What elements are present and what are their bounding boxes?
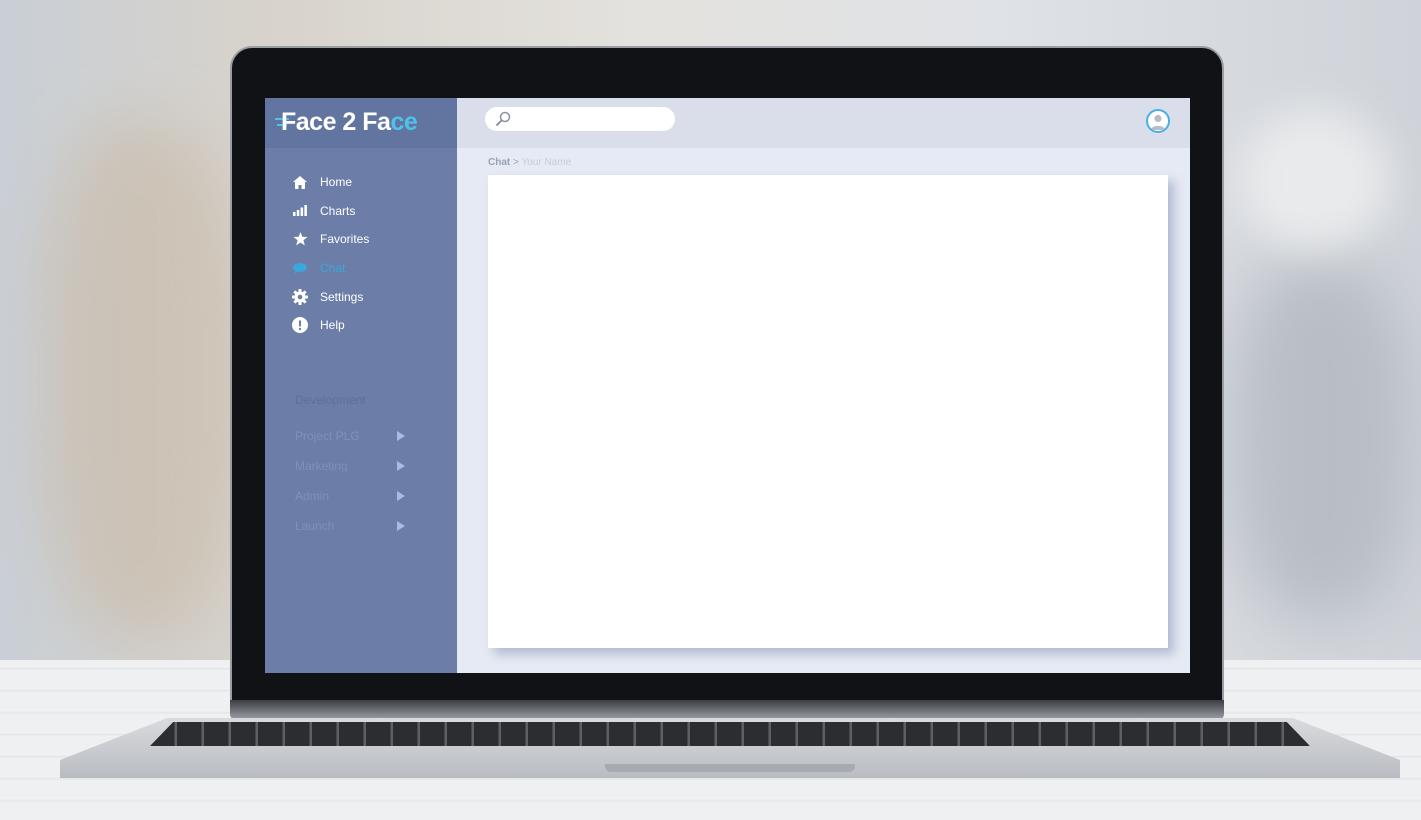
sidebar-item-label: Home — [320, 175, 353, 190]
project-label: Project PLG — [295, 429, 360, 443]
breadcrumb-root[interactable]: Chat — [488, 157, 510, 168]
background-blur — [40, 120, 240, 640]
sidebar-item-label: Help — [320, 318, 345, 333]
sidebar: Face 2 Face Home Charts Favorites Chat S… — [265, 98, 457, 673]
home-icon — [291, 173, 309, 191]
expand-arrow-icon[interactable] — [397, 431, 405, 441]
user-avatar-icon[interactable] — [1146, 109, 1170, 133]
background-blur — [1230, 260, 1410, 620]
logo-accent: ce — [390, 108, 418, 136]
sidebar-item-favorites[interactable]: Favorites — [291, 225, 369, 254]
star-icon — [291, 230, 309, 248]
sidebar-item-home[interactable]: Home — [291, 168, 369, 197]
expand-arrow-icon[interactable] — [397, 491, 405, 501]
sidebar-item-settings[interactable]: Settings — [291, 282, 369, 311]
exclamation-icon — [291, 316, 309, 334]
gear-icon — [291, 288, 309, 306]
project-list: Development Project PLG Marketing Admin … — [295, 391, 405, 541]
logo-bar: Face 2 Face — [265, 98, 457, 148]
top-bar — [457, 98, 1190, 148]
breadcrumb: Chat > Your Name — [488, 157, 571, 168]
laptop-keys — [150, 722, 1310, 746]
sidebar-item-help[interactable]: Help — [291, 311, 369, 340]
sidebar-item-label: Settings — [320, 289, 364, 304]
expand-arrow-icon[interactable] — [397, 461, 405, 471]
sidebar-item-label: Favorites — [320, 232, 370, 247]
chat-panel[interactable] — [488, 175, 1168, 648]
breadcrumb-separator: > — [513, 157, 519, 168]
project-label: Marketing — [295, 459, 348, 473]
bar-chart-icon — [291, 202, 309, 220]
project-item-admin[interactable]: Admin — [295, 481, 405, 511]
project-item-project-plg[interactable]: Project PLG — [295, 421, 405, 451]
trackpad-lip — [605, 764, 855, 772]
project-item-launch[interactable]: Launch — [295, 511, 405, 541]
search-icon — [495, 111, 511, 132]
sidebar-item-charts[interactable]: Charts — [291, 197, 369, 226]
background-blur — [1240, 110, 1390, 250]
breadcrumb-current: Your Name — [521, 157, 572, 168]
sidebar-item-chat[interactable]: Chat — [291, 254, 369, 283]
sidebar-item-label: Chat — [320, 261, 346, 276]
chat-bubble-icon — [291, 259, 309, 277]
sidebar-item-label: Charts — [320, 203, 356, 218]
project-group-heading: Development — [295, 393, 366, 407]
project-label: Launch — [295, 519, 335, 533]
search-input[interactable] — [515, 107, 669, 133]
project-label: Admin — [295, 489, 330, 503]
expand-arrow-icon[interactable] — [397, 521, 405, 531]
laptop-hinge — [230, 700, 1224, 720]
search-box[interactable] — [485, 107, 675, 133]
app-screen: Face 2 Face Home Charts Favorites Chat S… — [265, 98, 1190, 673]
project-item-marketing[interactable]: Marketing — [295, 451, 405, 481]
sidebar-nav: Home Charts Favorites Chat Settings Help — [291, 168, 369, 340]
app-logo[interactable]: Face 2 Face — [281, 108, 418, 137]
